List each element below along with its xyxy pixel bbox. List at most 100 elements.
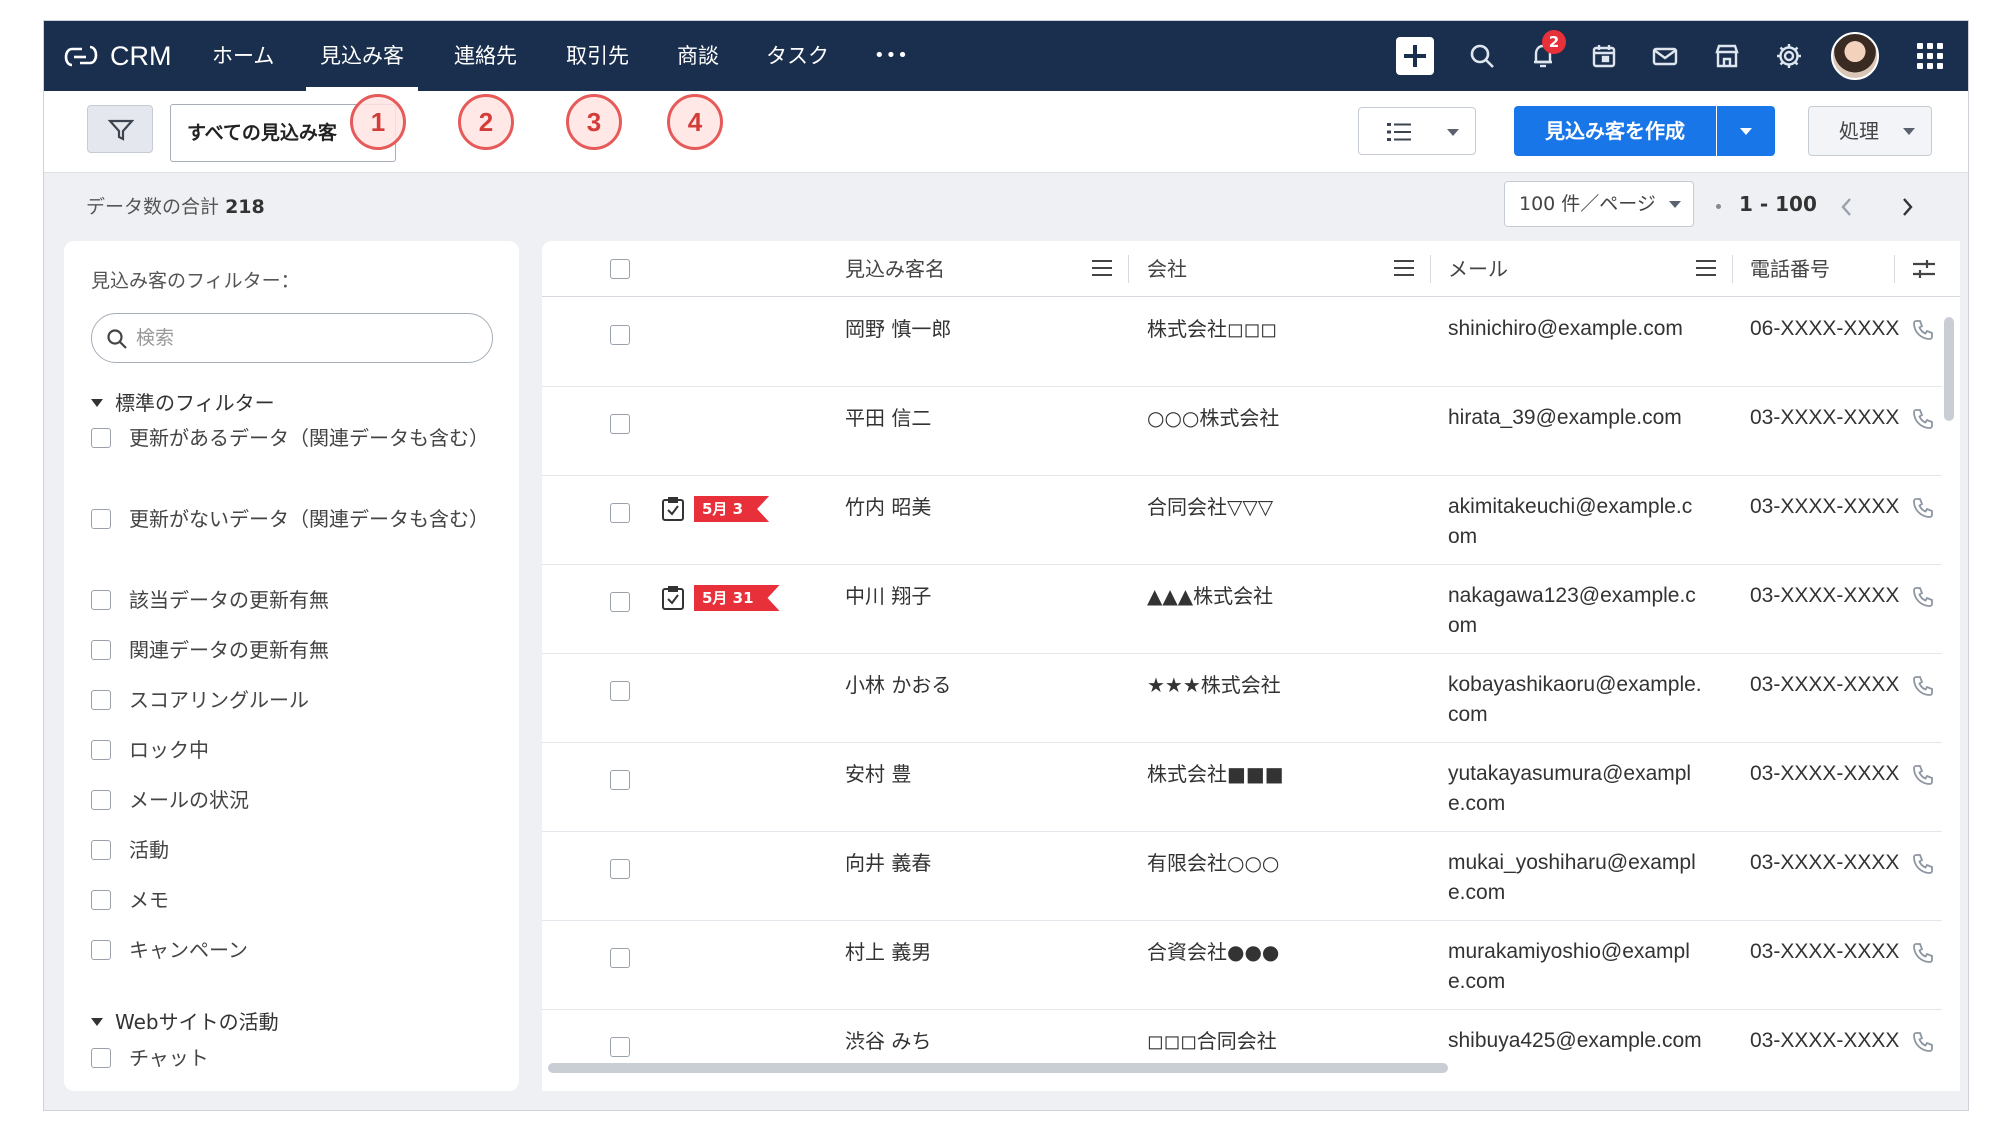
- tab-accounts[interactable]: 取引先: [566, 21, 629, 91]
- calendar-icon[interactable]: [1589, 41, 1619, 71]
- phone-icon[interactable]: [1911, 852, 1935, 876]
- phone-icon[interactable]: [1911, 674, 1935, 698]
- checkbox[interactable]: [91, 640, 111, 660]
- phone-icon[interactable]: [1911, 1030, 1935, 1054]
- lead-email[interactable]: yutakayasumura@example.com: [1448, 759, 1703, 819]
- next-page-icon[interactable]: [1897, 195, 1917, 219]
- column-settings-icon[interactable]: [1911, 257, 1937, 281]
- lead-name[interactable]: 竹内 昭美: [845, 492, 1075, 522]
- tab-tasks[interactable]: タスク: [766, 21, 829, 91]
- phone-icon[interactable]: [1911, 941, 1935, 965]
- table-row[interactable]: 向井 義春 有限会社○○○ mukai_yoshiharu@example.co…: [542, 832, 1942, 921]
- row-checkbox[interactable]: [610, 681, 630, 701]
- lead-name[interactable]: 安村 豊: [845, 759, 1075, 789]
- filter-item[interactable]: 更新があるデータ（関連データも含む）: [91, 422, 491, 454]
- row-checkbox[interactable]: [610, 859, 630, 879]
- plus-icon[interactable]: [1396, 37, 1434, 75]
- checkbox[interactable]: [91, 790, 111, 810]
- checkbox[interactable]: [91, 428, 111, 448]
- checkbox[interactable]: [91, 890, 111, 910]
- store-icon[interactable]: [1712, 41, 1742, 71]
- tab-home[interactable]: ホーム: [212, 21, 274, 91]
- row-checkbox[interactable]: [610, 503, 630, 523]
- checkbox[interactable]: [91, 690, 111, 710]
- table-row[interactable]: 安村 豊 株式会社■■■ yutakayasumura@example.com …: [542, 743, 1942, 832]
- table-row[interactable]: 平田 信二 ○○○株式会社 hirata_39@example.com 03-X…: [542, 387, 1942, 476]
- user-avatar[interactable]: [1831, 32, 1879, 80]
- filter-search-box[interactable]: [91, 313, 493, 363]
- web-activity-section[interactable]: Webサイトの活動: [91, 1006, 279, 1035]
- lead-name[interactable]: 中川 翔子: [845, 581, 1075, 611]
- app-logo[interactable]: CRM: [62, 38, 172, 74]
- select-all-checkbox[interactable]: [610, 259, 630, 279]
- filter-item[interactable]: チャット: [91, 1042, 491, 1074]
- filter-search-input[interactable]: [136, 324, 466, 352]
- lead-name[interactable]: 小林 かおる: [845, 670, 1075, 700]
- lead-email[interactable]: nakagawa123@example.com: [1448, 581, 1703, 641]
- column-menu-icon[interactable]: [1394, 260, 1414, 276]
- more-tabs-button[interactable]: •••: [874, 21, 909, 91]
- lead-email[interactable]: hirata_39@example.com: [1448, 403, 1703, 433]
- task-check-icon[interactable]: [661, 496, 685, 522]
- phone-icon[interactable]: [1911, 318, 1935, 342]
- filter-item[interactable]: 該当データの更新有無: [91, 584, 491, 616]
- row-checkbox[interactable]: [610, 770, 630, 790]
- column-header-email[interactable]: メール: [1448, 241, 1508, 297]
- checkbox[interactable]: [91, 509, 111, 529]
- create-lead-dropdown-button[interactable]: [1717, 106, 1775, 156]
- table-row[interactable]: 小林 かおる ★★★株式会社 kobayashikaoru@example.co…: [542, 654, 1942, 743]
- checkbox[interactable]: [91, 940, 111, 960]
- search-icon[interactable]: [1467, 41, 1497, 71]
- standard-filters-section[interactable]: 標準のフィルター: [91, 387, 275, 416]
- phone-icon[interactable]: [1911, 763, 1935, 787]
- table-row[interactable]: 村上 義男 合資会社●●● murakamiyoshio@example.com…: [542, 921, 1942, 1010]
- lead-email[interactable]: kobayashikaoru@example.com: [1448, 670, 1703, 730]
- action-menu-button[interactable]: 処理: [1808, 106, 1932, 156]
- apps-grid-icon[interactable]: [1917, 43, 1943, 69]
- filter-item[interactable]: 更新がないデータ（関連データも含む）: [91, 503, 491, 535]
- gear-icon[interactable]: [1774, 41, 1804, 71]
- lead-email[interactable]: murakamiyoshio@example.com: [1448, 937, 1703, 997]
- lead-email[interactable]: akimitakeuchi@example.com: [1448, 492, 1703, 552]
- column-menu-icon[interactable]: [1092, 260, 1112, 276]
- tab-contacts[interactable]: 連絡先: [454, 21, 517, 91]
- vertical-scrollbar[interactable]: [1944, 317, 1954, 421]
- lead-name[interactable]: 平田 信二: [845, 403, 1075, 433]
- lead-name[interactable]: 岡野 慎一郎: [845, 314, 1075, 344]
- filter-toggle-button[interactable]: [87, 105, 153, 153]
- column-header-name[interactable]: 見込み客名: [845, 241, 945, 297]
- checkbox[interactable]: [91, 590, 111, 610]
- lead-name[interactable]: 向井 義春: [845, 848, 1075, 878]
- lead-name[interactable]: 村上 義男: [845, 937, 1075, 967]
- phone-icon[interactable]: [1911, 496, 1935, 520]
- table-row[interactable]: 岡野 慎一郎 株式会社◻◻◻ shinichiro@example.com 06…: [542, 298, 1942, 387]
- filter-item[interactable]: メールの状況: [91, 784, 491, 816]
- phone-icon[interactable]: [1911, 407, 1935, 431]
- page-size-selector[interactable]: 100 件／ページ: [1504, 181, 1694, 227]
- table-row[interactable]: 5月 31 中川 翔子 ▲▲▲株式会社 nakagawa123@example.…: [542, 565, 1942, 654]
- lead-email[interactable]: shibuya425@example.com: [1448, 1026, 1703, 1056]
- row-checkbox[interactable]: [610, 948, 630, 968]
- row-checkbox[interactable]: [610, 414, 630, 434]
- column-header-phone[interactable]: 電話番号: [1750, 241, 1830, 297]
- filter-item[interactable]: スコアリングルール: [91, 684, 491, 716]
- horizontal-scrollbar[interactable]: [548, 1063, 1448, 1073]
- filter-item[interactable]: キャンペーン: [91, 934, 491, 966]
- lead-name[interactable]: 渋谷 みち: [845, 1026, 1075, 1056]
- checkbox[interactable]: [91, 740, 111, 760]
- list-view-switcher[interactable]: [1358, 107, 1476, 155]
- row-checkbox[interactable]: [610, 592, 630, 612]
- filter-item[interactable]: 活動: [91, 834, 491, 866]
- lead-email[interactable]: shinichiro@example.com: [1448, 314, 1703, 344]
- filter-item[interactable]: ロック中: [91, 734, 491, 766]
- tab-deals[interactable]: 商談: [677, 21, 719, 91]
- filter-item[interactable]: 関連データの更新有無: [91, 634, 491, 666]
- phone-icon[interactable]: [1911, 585, 1935, 609]
- task-check-icon[interactable]: [661, 585, 685, 611]
- column-header-company[interactable]: 会社: [1147, 241, 1187, 297]
- checkbox[interactable]: [91, 840, 111, 860]
- table-row[interactable]: 5月 3 竹内 昭美 合同会社▽▽▽ akimitakeuchi@example…: [542, 476, 1942, 565]
- lead-email[interactable]: mukai_yoshiharu@example.com: [1448, 848, 1703, 908]
- prev-page-icon[interactable]: [1837, 195, 1857, 219]
- row-checkbox[interactable]: [610, 325, 630, 345]
